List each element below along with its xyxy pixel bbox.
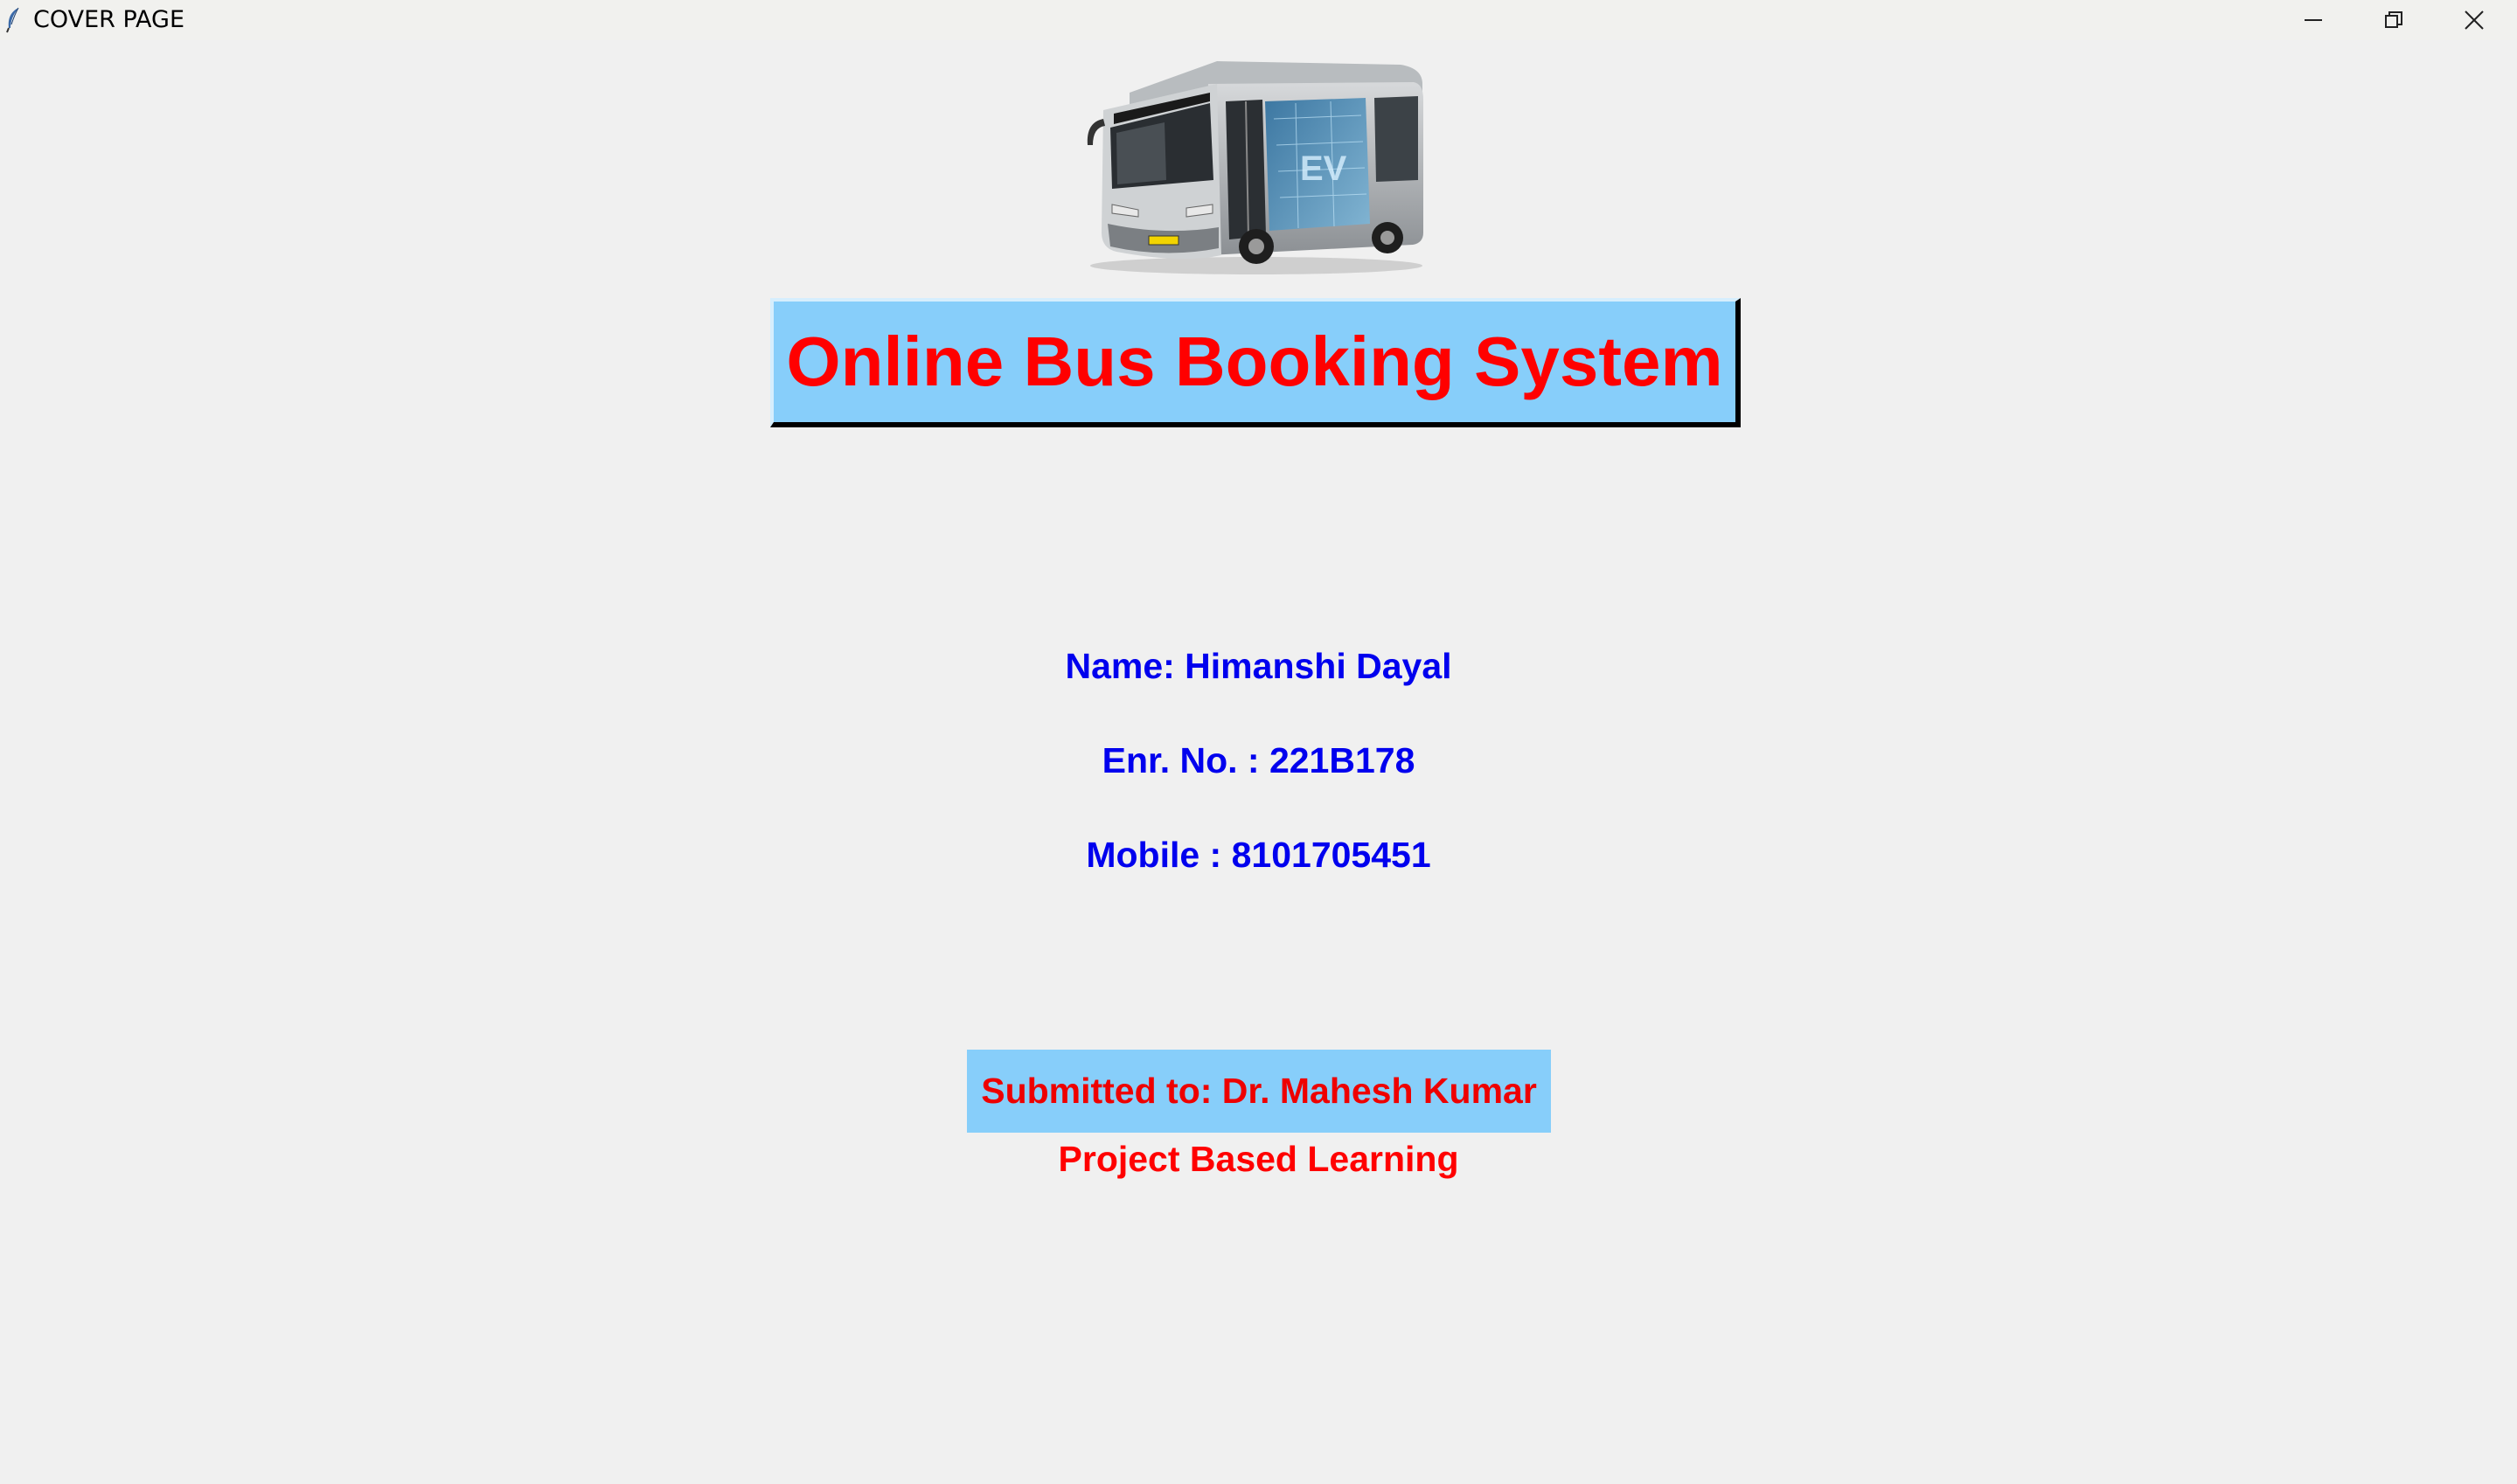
- submitted-to-box: Submitted to: Dr. Mahesh Kumar: [967, 1050, 1551, 1133]
- submitted-to-label: Submitted to: Dr. Mahesh Kumar: [981, 1071, 1537, 1111]
- close-icon: [2465, 10, 2484, 30]
- minimize-icon: [2305, 19, 2322, 21]
- enrollment-number: Enr. No. : 221B178: [1102, 740, 1415, 780]
- project-type-label: Project Based Learning: [1058, 1139, 1459, 1179]
- svg-text:EV: EV: [1300, 149, 1347, 188]
- restore-button[interactable]: [2354, 0, 2434, 40]
- cover-page-window: COVER PAGE EV Online Bus Booking System …: [0, 0, 2517, 1484]
- mobile-number: Mobile : 8101705451: [1086, 835, 1431, 875]
- minimize-button[interactable]: [2273, 0, 2354, 40]
- close-button[interactable]: [2434, 0, 2514, 40]
- electric-bus-image: EV: [1077, 49, 1427, 276]
- title-banner: Online Bus Booking System: [770, 298, 1741, 427]
- app-title: Online Bus Booking System: [786, 322, 1723, 400]
- window-title: COVER PAGE: [33, 6, 185, 33]
- student-name: Name: Himanshi Dayal: [1065, 646, 1452, 686]
- restore-icon: [2385, 11, 2402, 28]
- title-bar[interactable]: COVER PAGE: [0, 0, 2517, 40]
- feather-icon: [5, 7, 23, 33]
